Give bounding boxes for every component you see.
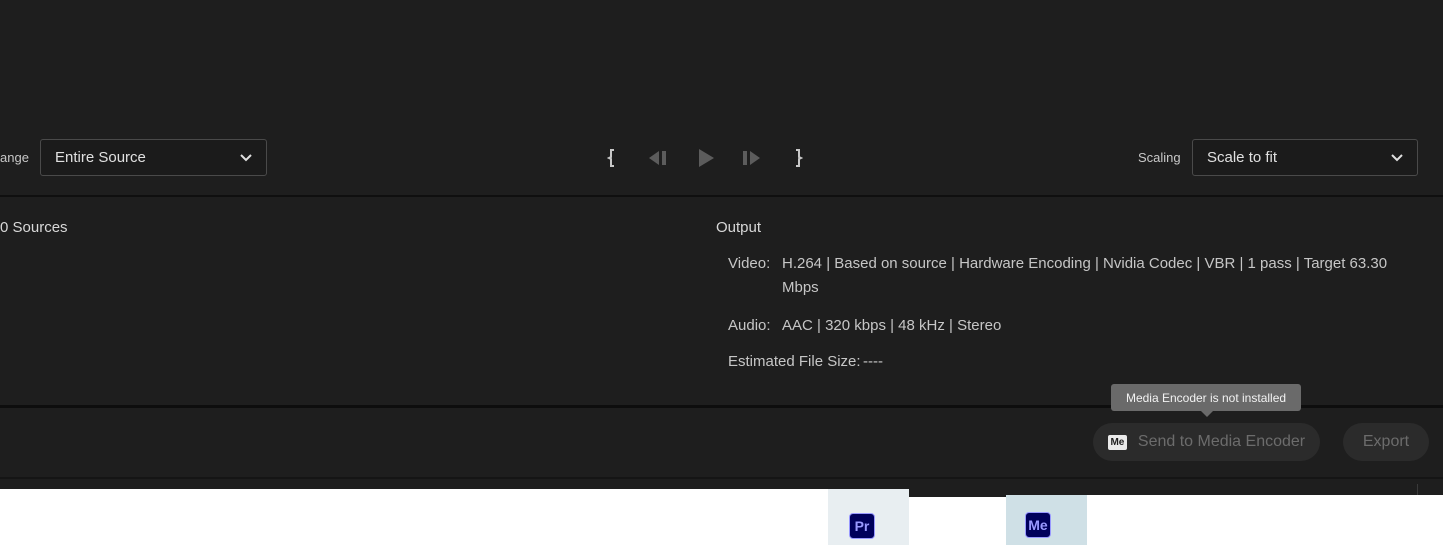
chevron-down-icon bbox=[226, 153, 266, 162]
media-encoder-tooltip: Media Encoder is not installed bbox=[1111, 384, 1301, 411]
export-button[interactable]: Export bbox=[1343, 423, 1429, 461]
section-divider bbox=[0, 195, 1443, 197]
audio-summary: AAC | 320 kbps | 48 kHz | Stereo bbox=[782, 317, 1002, 334]
output-title: Output bbox=[716, 219, 762, 236]
media-encoder-icon: Me bbox=[1107, 434, 1127, 450]
estimated-size-value: ---- bbox=[863, 353, 883, 370]
export-panel: ange Entire Source Scaling Scale to fit bbox=[0, 0, 1443, 545]
play-icon[interactable] bbox=[694, 146, 718, 170]
mark-in-icon[interactable] bbox=[600, 146, 624, 170]
premiere-pro-icon[interactable]: Pr bbox=[849, 513, 875, 539]
range-dropdown-value: Entire Source bbox=[55, 149, 146, 166]
estimated-size-label: Estimated File Size: bbox=[728, 353, 861, 370]
send-to-media-encoder-label: Send to Media Encoder bbox=[1137, 433, 1306, 450]
send-to-media-encoder-button[interactable]: Me Send to Media Encoder bbox=[1093, 423, 1320, 461]
video-label: Video: bbox=[728, 255, 771, 272]
taskbar-blank-area bbox=[0, 489, 828, 545]
mark-out-icon[interactable] bbox=[786, 146, 810, 170]
range-label: ange bbox=[0, 150, 29, 165]
media-encoder-app-icon[interactable]: Me bbox=[1025, 512, 1051, 538]
step-back-icon[interactable] bbox=[646, 146, 670, 170]
tooltip-arrow bbox=[1200, 410, 1214, 417]
range-dropdown[interactable]: Entire Source bbox=[40, 139, 267, 176]
scaling-dropdown-value: Scale to fit bbox=[1207, 149, 1278, 166]
scaling-dropdown[interactable]: Scale to fit bbox=[1192, 139, 1418, 176]
step-forward-icon[interactable] bbox=[740, 146, 764, 170]
scaling-label: Scaling bbox=[1138, 150, 1181, 165]
audio-label: Audio: bbox=[728, 317, 771, 334]
sources-title: 0 Sources bbox=[0, 219, 68, 236]
chevron-down-icon bbox=[1377, 153, 1417, 162]
video-summary: H.264 | Based on source | Hardware Encod… bbox=[782, 255, 1388, 296]
taskbar-blank-area bbox=[909, 497, 1006, 545]
taskbar-blank-area bbox=[1087, 495, 1443, 545]
